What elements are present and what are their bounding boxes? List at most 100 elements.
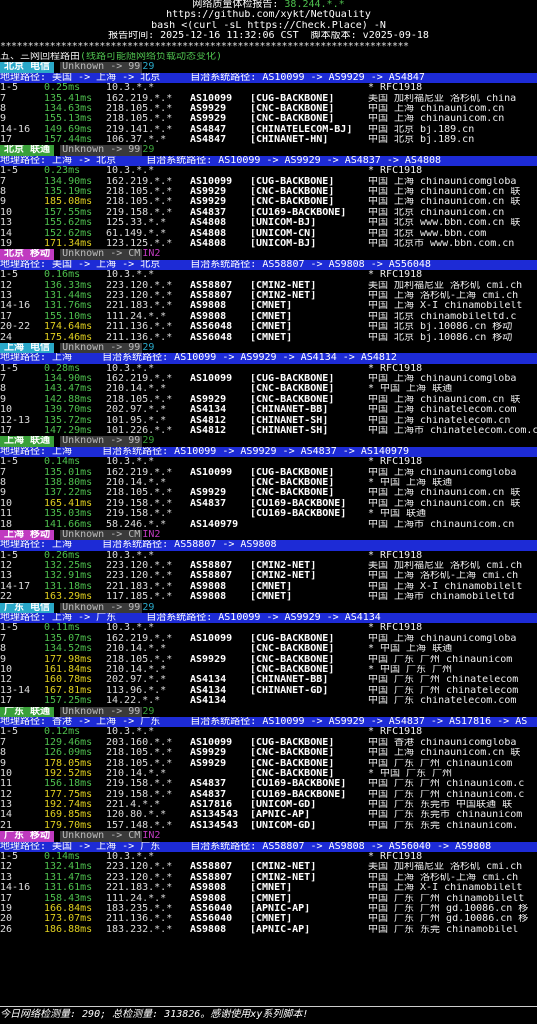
hop-location: * RFC1918 [368,166,423,177]
hop-number: 24 [0,332,13,343]
unknown-label: Unknown -> 99 [60,145,143,156]
hop-number: 7 [0,633,7,644]
hop-network-tag: [CMNET] [250,301,293,312]
hop-latency: 155.10ms [44,311,93,322]
hop-location: 中国 上海 chinatelecom.cn [368,415,511,426]
hop-location: 中国 上海 chinaunicom.cn 联 [368,197,521,208]
hop-asn: AS4134 [190,685,227,696]
hop-location: * 中国 上海 联通 [368,477,453,488]
hop-network-tag: [CHINANET-BB] [250,405,329,416]
hop-asn: AS4808 [190,238,227,249]
hop-location: 中国 北京 chinamobileltd.c [368,311,517,322]
hop-ip: 111.24.*.* [106,893,167,904]
hop-latency: 192.52ms [44,768,93,779]
hop-latency: 166.84ms [44,903,93,914]
destination-label: 29 [142,436,155,447]
hop-number: 9 [0,758,7,769]
hop-number: 14 [0,228,13,239]
hop-ip: 218.105.*.* [106,394,173,405]
hop-location: 中国 北京 www.bbn.com.cn 联 [368,218,521,229]
hop-ip: 101.226.*.* [106,426,173,437]
hop-latency: 163.29ms [44,592,93,603]
hop-location: 中国 上海市 chinamobileltd [368,592,515,603]
route-path-bar: 地理路径: 上海 自治系统路径: AS10099 -> AS9929 -> AS… [0,353,537,364]
destination-label: IN2 [142,249,161,260]
hop-location: * 中国 上海 联通 [368,644,453,655]
hop-number: 9 [0,488,7,499]
destination-label: 29 [142,706,155,717]
hop-asn: AS9808 [190,883,227,894]
hop-location: * 中国 广东 广州 [368,665,453,675]
hop-number: 12 [0,862,13,873]
hop-network-tag: [CU169-BACKBONE] [250,207,347,218]
hop-ip: 111.24.*.* [106,311,167,322]
hop-number: 17 [0,426,13,437]
hop-number: 12 [0,280,13,291]
carrier-label: 上海 移动 [0,529,55,541]
carrier-label: 上海 联通 [0,436,55,447]
hop-network-tag: [CMIN2-NET] [250,872,317,883]
hop-row: 20 173.07ms 211.136.*.* AS56040 [CMNET] 中国 广东… [0,914,537,924]
hop-number: 1-5 [0,852,19,863]
hop-row: 1-5 0.28ms 10.3.*.* * RFC1918 [0,364,537,374]
hop-latency: 177.98ms [44,654,93,665]
hop-row: 17 155.10ms 111.24.*.* AS9808 [CMNET] 中国 北京 c… [0,312,537,322]
hop-location: 中国 上海 chinaunicomgloba [368,633,517,644]
hop-location: 中国 上海 chinaunicom.cn 联 [368,748,521,759]
hop-location: 美国 加利福尼亚 洛杉矶 cmi.ch [368,862,523,873]
hop-row: 7 135.01ms 162.219.*.* AS10099 [CUG-BACKBONE… [0,468,537,478]
hop-ip: 219.158.*.* [106,779,173,790]
hop-latency: 137.22ms [44,488,93,499]
hop-row: 1-5 0.23ms 10.3.*.* * RFC1918 [0,166,537,176]
hop-number: 19 [0,903,13,914]
repo-url: https://github.com/xykt/NetQuality [166,10,371,21]
route-block: 广东 电信 Unknown -> 99 29 地理路径: 上海 -> 广东 自治系统… [0,602,537,707]
hop-location: * RFC1918 [368,83,423,94]
hop-network-tag: [CUG-BACKBONE] [250,93,335,104]
hop-latency: 134.52ms [44,644,93,655]
hop-latency: 132.91ms [44,571,93,582]
hop-row: 19 171.34ms 123.125.*.* AS4808 [UNICOM-BJ] 中国… [0,239,537,249]
hop-ip: 162.219.*.* [106,374,173,385]
route-block: 上海 联通 Unknown -> 99 29 地理路径: 上海 自治系统路径: AS… [0,436,537,530]
hop-ip: 223.120.*.* [106,290,173,301]
hop-asn: AS4134 [190,696,227,707]
hop-asn: AS10099 [190,374,233,385]
hop-network-tag: [CUG-BACKBONE] [250,374,335,385]
hop-location: * 中国 广东 广州 [368,768,453,779]
hop-latency: 171.34ms [44,238,93,249]
hop-latency: 157.44ms [44,135,93,146]
hop-ip: 218.105.*.* [106,197,173,208]
route-path-bar: 地理路径: 美国 -> 上海 -> 广东 自治系统路径: AS58807 -> … [0,841,537,853]
hop-number: 17 [0,893,13,904]
hop-row: 17 157.44ms 106.37.*.* AS4847 [CHINANET-HN] 中… [0,135,537,145]
hop-row: 13 132.91ms 223.120.*.* AS58807 [CMIN2-NET] 中… [0,571,537,581]
hop-latency: 135.72ms [44,415,93,426]
hop-row: 8 143.47ms 210.14.*.* [CNC-BACKBONE] * 中国 上海… [0,384,537,394]
hop-number: 1-5 [0,363,19,374]
hop-number: 1-5 [0,166,19,177]
hop-row: 14 169.85ms 120.80.*.* AS134543 [APNIC-AP] 中国… [0,810,537,820]
hop-number: 7 [0,737,7,748]
carrier-badge: 上海 移动 Unknown -> CM IN2 [0,529,537,541]
unknown-label: Unknown -> 99 [60,436,143,447]
hop-row: 20-22 174.64ms 211.136.*.* AS56048 [CMNET] 中国… [0,322,537,332]
hop-number: 19 [0,238,13,249]
hop-ip: 218.105.*.* [106,758,173,769]
hop-row: 10 192.52ms 210.14.*.* [CNC-BACKBONE] * 中国 广… [0,769,537,779]
hop-ip: 202.97.*.* [106,675,167,686]
hop-latency: 131.18ms [44,581,93,592]
hop-location: * RFC1918 [368,550,423,561]
hop-latency: 143.47ms [44,384,93,395]
hop-row: 13 131.47ms 223.120.*.* AS58807 [CMIN2-NET] 中… [0,873,537,883]
hop-network-tag: [CU169-BACKBONE] [250,509,347,520]
hop-location: 中国 广东 东莞市 chinaunicom [368,810,523,821]
hop-row: 7 135.07ms 162.219.*.* AS10099 [CUG-BACKBONE… [0,634,537,644]
hop-asn: AS134543 [190,820,239,831]
hop-number: 1-5 [0,457,19,468]
hop-network-tag: [CMNET] [250,883,293,894]
hop-network-tag: [CMIN2-NET] [250,862,317,873]
hop-network-tag: [CNC-BACKBONE] [250,187,335,198]
hop-latency: 135.03ms [44,509,93,520]
hop-latency: 155.13ms [44,114,93,125]
